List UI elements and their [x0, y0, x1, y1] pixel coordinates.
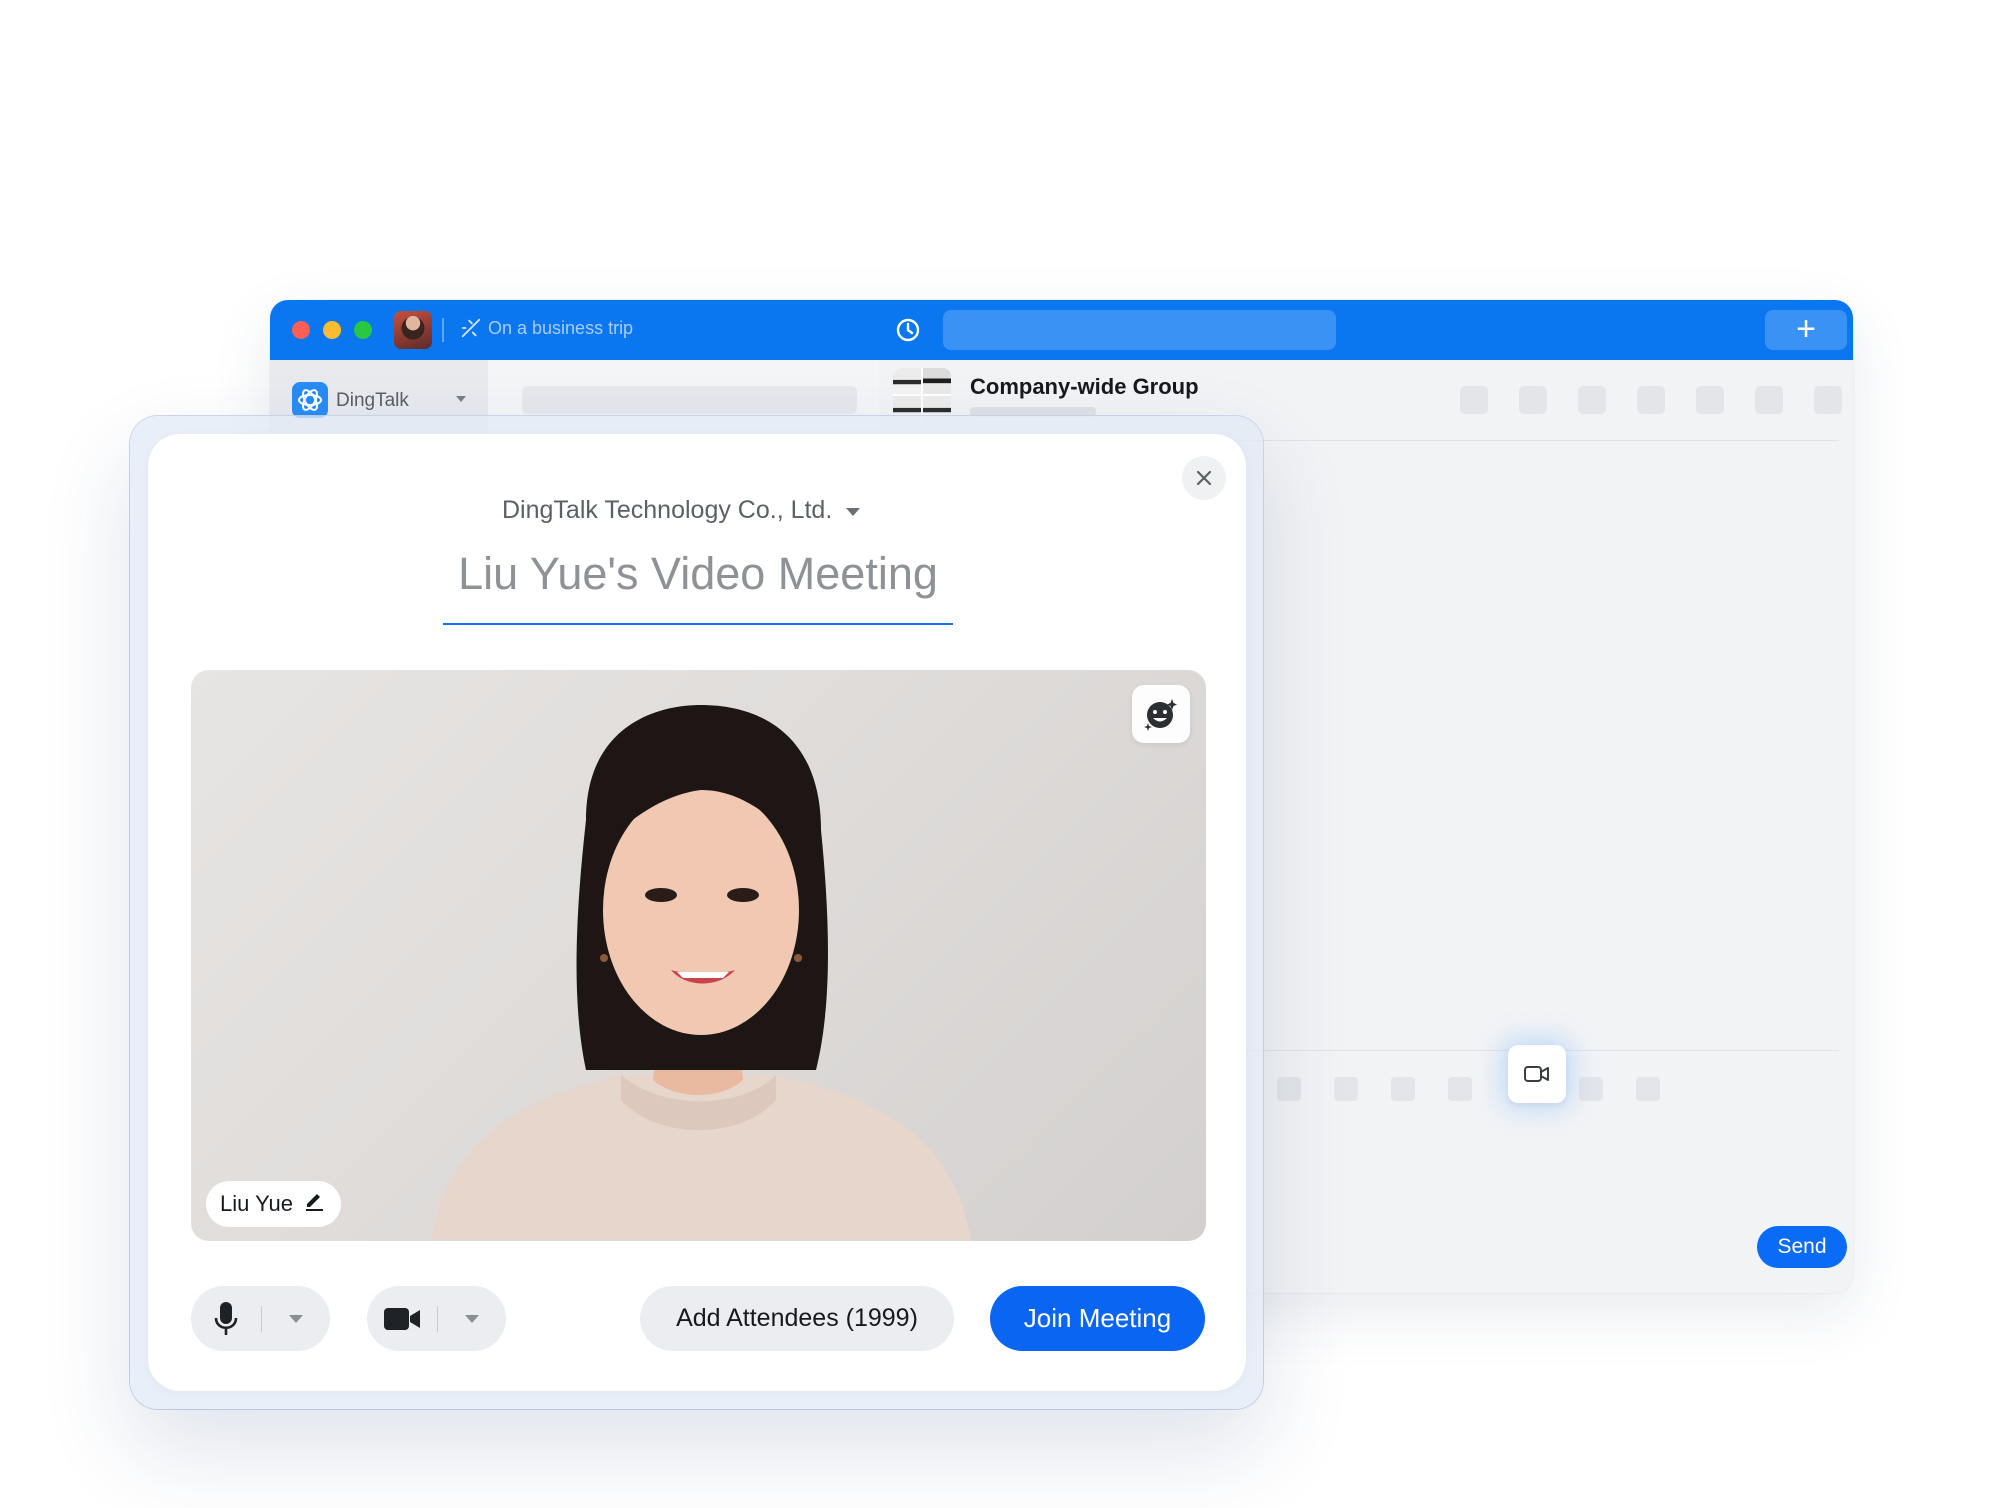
list-search-placeholder[interactable] — [522, 386, 857, 414]
chat-tool-icon[interactable] — [1637, 386, 1665, 414]
input-toolbar — [1277, 1077, 1660, 1101]
chevron-down-icon[interactable] — [438, 1314, 506, 1323]
dingtalk-logo-icon — [292, 382, 328, 418]
participant-name: Liu Yue — [220, 1191, 294, 1216]
group-avatar[interactable] — [893, 368, 951, 422]
chevron-down-icon — [846, 507, 861, 516]
participant-name-tag[interactable]: Liu Yue — [206, 1181, 342, 1227]
search-bar[interactable] — [943, 310, 1336, 350]
chat-tool-icon[interactable] — [1578, 386, 1606, 414]
org-name[interactable]: DingTalk — [336, 390, 409, 412]
titlebar-divider — [442, 318, 444, 342]
input-tool-icon[interactable] — [1391, 1077, 1415, 1101]
camera-icon[interactable] — [367, 1286, 437, 1351]
window-titlebar: On a business trip + — [270, 300, 1853, 360]
chat-tool-icon[interactable] — [1696, 386, 1724, 414]
microphone-icon[interactable] — [191, 1286, 261, 1351]
input-tool-icon[interactable] — [1334, 1077, 1358, 1101]
airplane-icon — [460, 317, 484, 341]
company-selector[interactable]: DingTalk Technology Co., Ltd. — [502, 496, 861, 525]
chat-tool-icon[interactable] — [1814, 386, 1842, 414]
chat-tool-icon[interactable] — [1519, 386, 1547, 414]
participant-video-image — [431, 705, 971, 1241]
meeting-title-input[interactable]: Liu Yue's Video Meeting — [443, 548, 953, 600]
camera-preview — [191, 670, 1206, 1241]
user-avatar[interactable] — [394, 311, 432, 349]
company-name: DingTalk Technology Co., Ltd. — [502, 496, 833, 524]
status-text[interactable]: On a business trip — [488, 318, 633, 339]
close-icon[interactable] — [1182, 456, 1226, 500]
input-tool-icon[interactable] — [1636, 1077, 1660, 1101]
input-tool-icon[interactable] — [1277, 1077, 1301, 1101]
add-attendees-button[interactable]: Add Attendees (1999) — [640, 1286, 954, 1351]
video-call-icon[interactable] — [1508, 1045, 1566, 1103]
history-icon[interactable] — [894, 316, 922, 344]
chevron-down-icon[interactable] — [456, 396, 466, 402]
window-close-dot[interactable] — [292, 321, 310, 339]
chevron-down-icon[interactable] — [262, 1314, 330, 1323]
window-maximize-dot[interactable] — [354, 321, 372, 339]
join-meeting-button[interactable]: Join Meeting — [990, 1286, 1205, 1351]
camera-control — [367, 1286, 506, 1351]
title-underline — [443, 623, 953, 625]
input-tool-icon[interactable] — [1448, 1077, 1472, 1101]
group-name[interactable]: Company-wide Group — [970, 374, 1199, 400]
microphone-control — [191, 1286, 330, 1351]
chat-tool-icon[interactable] — [1460, 386, 1488, 414]
window-minimize-dot[interactable] — [323, 321, 341, 339]
chat-tool-icon[interactable] — [1755, 386, 1783, 414]
chat-toolbar — [1460, 386, 1842, 414]
input-tool-icon[interactable] — [1579, 1077, 1603, 1101]
face-effects-icon[interactable] — [1132, 685, 1190, 743]
edit-pencil-icon[interactable] — [303, 1190, 325, 1218]
plus-icon[interactable]: + — [1765, 310, 1847, 350]
send-button[interactable]: Send — [1757, 1226, 1847, 1268]
